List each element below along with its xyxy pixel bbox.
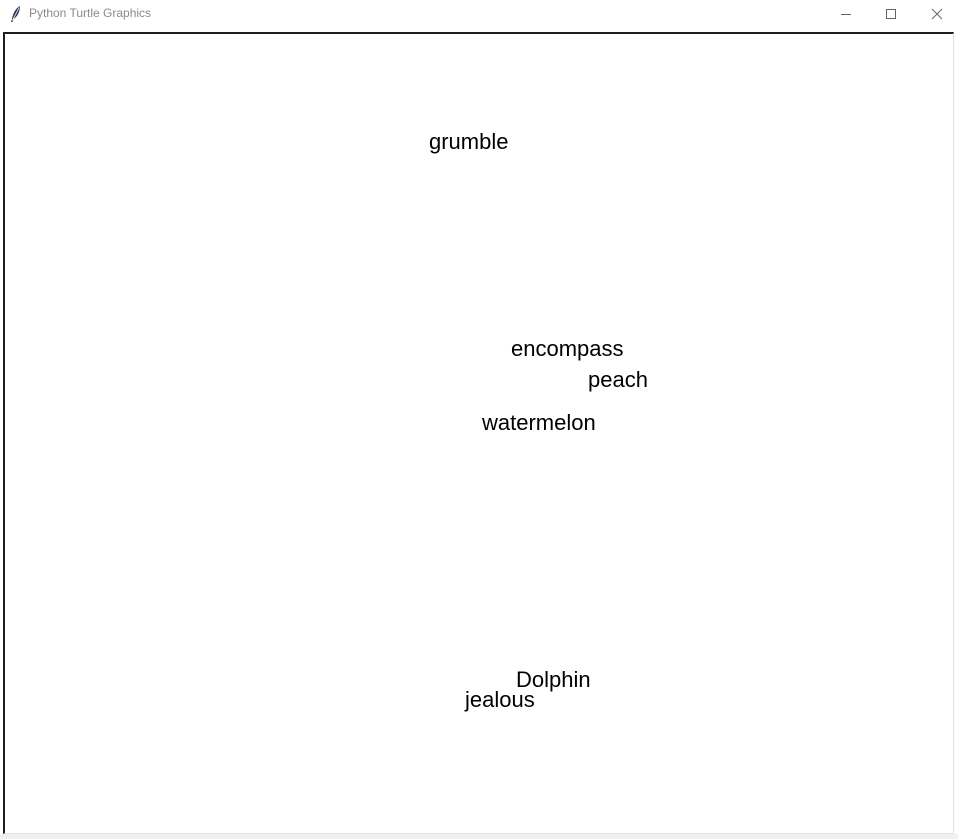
maximize-button[interactable]	[868, 0, 914, 28]
window-title: Python Turtle Graphics	[29, 6, 152, 20]
canvas-word-jealous: jealous	[465, 687, 535, 712]
canvas-word-grumble: grumble	[429, 129, 509, 154]
minimize-icon	[841, 14, 851, 15]
turtle-window: Python Turtle Graphics grumble encompass…	[0, 0, 958, 839]
close-icon	[931, 8, 943, 20]
window-bottom-edge	[0, 834, 958, 839]
feather-icon	[11, 6, 20, 22]
canvas-word-peach: peach	[588, 367, 648, 392]
canvas-word-watermelon: watermelon	[482, 410, 596, 435]
minimize-button[interactable]	[823, 0, 869, 28]
maximize-icon	[886, 9, 896, 19]
canvas-word-encompass: encompass	[511, 336, 624, 361]
title-bar[interactable]: Python Turtle Graphics	[0, 0, 958, 28]
close-button[interactable]	[914, 0, 958, 28]
